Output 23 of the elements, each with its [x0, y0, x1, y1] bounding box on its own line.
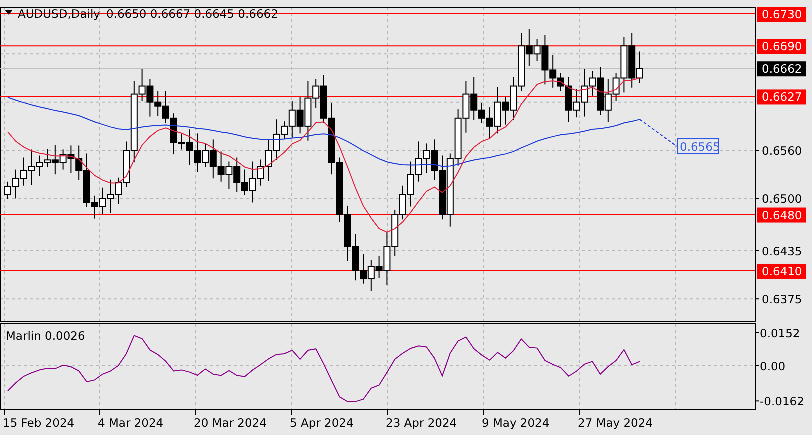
date-label: 23 Apr 2024 [386, 416, 458, 430]
indicator-label: Marlin 0.0026 [6, 329, 86, 343]
date-label: 4 Mar 2024 [98, 416, 164, 430]
date-label: 15 Feb 2024 [3, 416, 75, 430]
price-tick-label: 0.6375 [762, 292, 802, 307]
price-level-badge: 0.6627 [757, 90, 806, 105]
price-level-badge: 0.6410 [757, 264, 806, 279]
indicator-tick-label: -0.0162 [760, 394, 804, 409]
indicator-tick-label: 0.0152 [760, 326, 800, 340]
price-level-badge: 0.6690 [757, 39, 806, 54]
price-tick-label: 0.6435 [762, 244, 802, 258]
current-price-badge: 0.6662 [757, 62, 806, 77]
dropdown-triangle-icon[interactable] [5, 10, 13, 15]
date-label: 27 May 2024 [578, 416, 653, 430]
price-level-badge: 0.6730 [757, 7, 806, 22]
price-tick-label: 0.6500 [762, 192, 802, 206]
indicator-tick-label: 0.00 [760, 360, 786, 374]
date-label: 5 Apr 2024 [290, 416, 354, 430]
date-label: 20 Mar 2024 [194, 416, 267, 430]
date-label: 9 May 2024 [482, 416, 550, 430]
price-level-badge: 0.6480 [757, 208, 806, 223]
price-tick-label: 0.6560 [762, 144, 802, 158]
projection-line [640, 119, 678, 147]
